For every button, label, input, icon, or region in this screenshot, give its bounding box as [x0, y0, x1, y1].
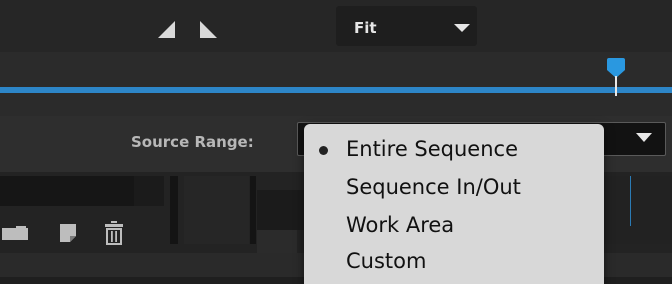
trash-icon[interactable]	[104, 221, 124, 245]
panel-divider	[170, 176, 178, 244]
chevron-down-icon[interactable]	[636, 133, 652, 142]
source-range-label: Source Range:	[131, 133, 254, 151]
new-item-icon[interactable]	[60, 224, 76, 242]
trim-right-icon[interactable]	[200, 21, 217, 38]
menu-item-sequence-in-out[interactable]: Sequence In/Out	[346, 175, 521, 199]
playhead-line	[615, 76, 617, 96]
playhead-icon[interactable]	[607, 58, 625, 70]
selected-bullet-icon	[319, 146, 328, 155]
menu-item-work-area[interactable]: Work Area	[346, 213, 454, 237]
trim-left-icon[interactable]	[158, 21, 175, 38]
timeline-ruler[interactable]	[0, 52, 672, 116]
folder-icon[interactable]	[2, 226, 30, 240]
panel-divider	[250, 176, 256, 244]
timeline-marker-line	[630, 176, 631, 226]
chevron-down-icon[interactable]	[454, 24, 470, 32]
zoom-select-value: Fit	[354, 19, 377, 37]
panel-right-column	[602, 176, 672, 244]
menu-item-custom[interactable]: Custom	[346, 249, 426, 273]
panel-header-cell	[134, 176, 164, 206]
panel-column	[184, 176, 249, 244]
timeline-track[interactable]	[0, 87, 672, 93]
panel-track-block	[257, 230, 297, 253]
menu-item-entire-sequence[interactable]: Entire Sequence	[346, 137, 518, 161]
